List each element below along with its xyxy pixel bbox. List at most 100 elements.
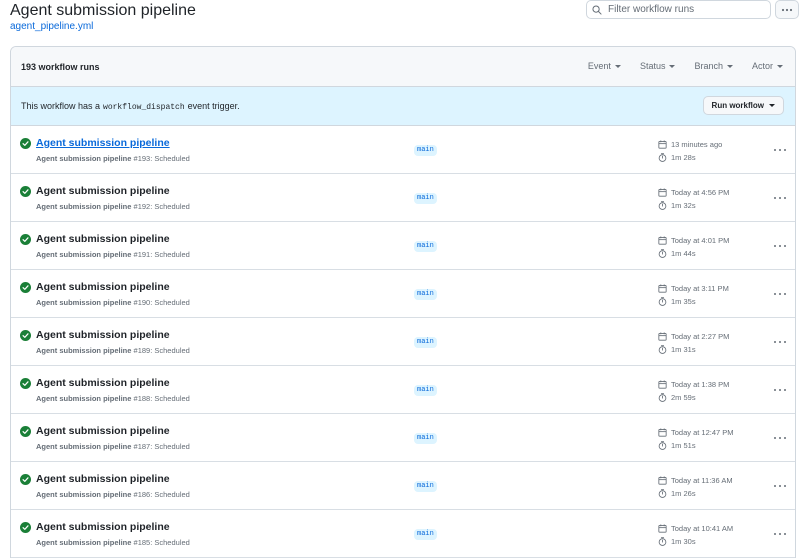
stopwatch-icon	[658, 297, 667, 306]
kebab-dot	[779, 197, 781, 199]
run-meta: Agent submission pipeline #189: Schedule…	[36, 346, 190, 355]
run-duration: 1m 31s	[658, 345, 696, 354]
run-row[interactable]: Agent submission pipeline Agent submissi…	[11, 222, 795, 270]
run-row[interactable]: Agent submission pipeline Agent submissi…	[11, 366, 795, 414]
kebab-dot	[784, 533, 786, 535]
run-row[interactable]: Agent submission pipeline Agent submissi…	[11, 174, 795, 222]
kebab-dot	[774, 485, 776, 487]
run-duration: 1m 26s	[658, 489, 696, 498]
page-title: Agent submission pipeline	[10, 2, 196, 19]
check-circle-fill-icon	[20, 330, 31, 341]
run-title-link[interactable]: Agent submission pipeline	[36, 281, 170, 293]
run-row[interactable]: Agent submission pipeline Agent submissi…	[11, 126, 795, 174]
kebab-dot	[774, 293, 776, 295]
branch-tag[interactable]: main	[414, 241, 437, 252]
branch-tag[interactable]: main	[414, 433, 437, 444]
run-title-link[interactable]: Agent submission pipeline	[36, 185, 170, 197]
run-options-button[interactable]	[774, 243, 786, 249]
branch-tag[interactable]: main	[414, 289, 437, 300]
run-row[interactable]: Agent submission pipeline Agent submissi…	[11, 414, 795, 462]
run-meta: Agent submission pipeline #192: Schedule…	[36, 202, 190, 211]
caret-down-icon	[777, 64, 783, 68]
run-number: #190	[133, 298, 151, 307]
run-options-button[interactable]	[774, 147, 786, 153]
workflow-file-link[interactable]: agent_pipeline.yml	[10, 21, 93, 33]
run-date: Today at 11:36 AM	[658, 476, 733, 485]
run-workflow-name: Agent submission pipeline	[36, 202, 132, 211]
stopwatch-icon	[658, 393, 667, 402]
kebab-dot	[784, 293, 786, 295]
run-options-button[interactable]	[774, 291, 786, 297]
filter-runs-input[interactable]	[608, 4, 768, 15]
run-row[interactable]: Agent submission pipeline Agent submissi…	[11, 270, 795, 318]
branch-filter-dropdown[interactable]: Branch	[694, 61, 733, 71]
run-workflow-name: Agent submission pipeline	[36, 250, 132, 259]
run-date: Today at 4:56 PM	[658, 188, 729, 197]
run-options-button[interactable]	[774, 435, 786, 441]
run-title-link[interactable]: Agent submission pipeline	[36, 233, 170, 245]
run-date-text: Today at 10:41 AM	[671, 524, 734, 533]
run-duration: 1m 32s	[658, 201, 696, 210]
run-meta: Agent submission pipeline #186: Schedule…	[36, 490, 190, 499]
check-circle-fill-icon	[20, 282, 31, 293]
stopwatch-icon	[658, 249, 667, 258]
check-circle-fill-icon	[20, 378, 31, 389]
run-row[interactable]: Agent submission pipeline Agent submissi…	[11, 510, 795, 558]
branch-tag[interactable]: main	[414, 529, 437, 540]
run-title-link[interactable]: Agent submission pipeline	[36, 473, 170, 485]
stopwatch-icon	[658, 345, 667, 354]
run-title-link[interactable]: Agent submission pipeline	[36, 329, 170, 341]
run-options-button[interactable]	[774, 483, 786, 489]
actor-filter-dropdown[interactable]: Actor	[752, 61, 783, 71]
run-trigger: : Scheduled	[150, 250, 190, 259]
calendar-icon	[658, 140, 667, 149]
run-trigger: : Scheduled	[150, 202, 190, 211]
run-trigger: : Scheduled	[150, 394, 190, 403]
run-date-text: Today at 4:56 PM	[671, 188, 730, 197]
kebab-dot	[784, 389, 786, 391]
run-options-button[interactable]	[774, 339, 786, 345]
run-options-button[interactable]	[774, 387, 786, 393]
run-options-button[interactable]	[774, 195, 786, 201]
kebab-dot	[784, 341, 786, 343]
branch-tag[interactable]: main	[414, 481, 437, 492]
branch-tag[interactable]: main	[414, 145, 437, 156]
run-workflow-button[interactable]: Run workflow	[702, 96, 784, 115]
run-duration-text: 2m 59s	[671, 393, 696, 402]
run-number: #189	[133, 346, 151, 355]
kebab-dot	[774, 197, 776, 199]
run-title-link[interactable]: Agent submission pipeline	[36, 137, 170, 149]
runs-list-header: 193 workflow runs Event Status Branch Ac…	[11, 47, 795, 87]
event-filter-dropdown[interactable]: Event	[588, 61, 621, 71]
run-row[interactable]: Agent submission pipeline Agent submissi…	[11, 318, 795, 366]
run-title-link[interactable]: Agent submission pipeline	[36, 377, 170, 389]
run-date: Today at 3:11 PM	[658, 284, 729, 293]
more-options-button[interactable]	[775, 0, 799, 19]
run-date-text: 13 minutes ago	[671, 140, 723, 149]
run-date: Today at 4:01 PM	[658, 236, 729, 245]
run-row[interactable]: Agent submission pipeline Agent submissi…	[11, 462, 795, 510]
kebab-dot	[779, 485, 781, 487]
run-meta: Agent submission pipeline #185: Schedule…	[36, 538, 190, 547]
run-meta: Agent submission pipeline #187: Schedule…	[36, 442, 190, 451]
run-trigger: : Scheduled	[150, 154, 190, 163]
check-circle-fill-icon	[20, 234, 31, 245]
run-number: #192	[133, 202, 151, 211]
run-title-link[interactable]: Agent submission pipeline	[36, 425, 170, 437]
workflow-runs-panel: 193 workflow runs Event Status Branch Ac…	[10, 46, 796, 558]
branch-tag[interactable]: main	[414, 337, 437, 348]
status-filter-dropdown[interactable]: Status	[640, 61, 676, 71]
run-date-text: Today at 1:38 PM	[671, 380, 730, 389]
run-title-link[interactable]: Agent submission pipeline	[36, 521, 170, 533]
actor-filter-label: Actor	[751, 61, 773, 71]
run-duration-text: 1m 28s	[671, 153, 696, 162]
branch-tag[interactable]: main	[414, 385, 437, 396]
run-number: #186	[133, 490, 151, 499]
page-header: Agent submission pipeline agent_pipeline…	[0, 0, 806, 40]
run-duration-text: 1m 32s	[671, 201, 696, 210]
run-date-text: Today at 2:27 PM	[671, 332, 730, 341]
branch-tag[interactable]: main	[414, 193, 437, 204]
filter-runs-box[interactable]	[586, 0, 771, 19]
run-duration: 1m 51s	[658, 441, 696, 450]
run-options-button[interactable]	[774, 531, 786, 537]
